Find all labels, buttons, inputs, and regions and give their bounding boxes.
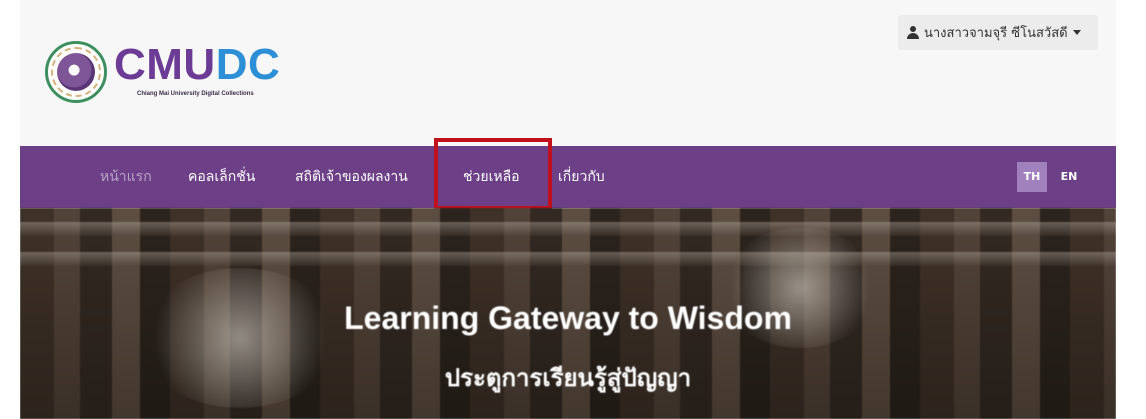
logo-wordmark: CMUDC — [114, 43, 280, 87]
user-name: นางสาวจามจุรี ซีโนสวัสดี — [924, 26, 1068, 41]
page-frame: CMUDC Chiang Mai University Digital Coll… — [20, 0, 1116, 419]
nav-item-collections[interactable]: คอลเล็กชั่น — [188, 146, 255, 208]
nav-item-owner-statistics[interactable]: สถิติเจ้าของผลงาน — [295, 146, 408, 208]
language-en-button[interactable]: EN — [1054, 162, 1084, 192]
logo-text-dc: DC — [215, 40, 281, 89]
user-menu-dropdown[interactable]: นางสาวจามจุรี ซีโนสวัสดี — [898, 15, 1098, 50]
language-th-button[interactable]: TH — [1017, 162, 1047, 192]
hero-title: Learning Gateway to Wisdom — [344, 300, 792, 336]
nav-item-home[interactable]: หน้าแรก — [100, 146, 152, 208]
university-seal-icon — [45, 41, 107, 103]
hero-banner: Learning Gateway to Wisdom ประตูการเรียน… — [20, 208, 1116, 419]
site-header: CMUDC Chiang Mai University Digital Coll… — [20, 0, 1116, 146]
user-icon — [907, 26, 919, 39]
main-navbar: หน้าแรก คอลเล็กชั่น สถิติเจ้าของผลงาน ช่… — [20, 146, 1116, 208]
hero-shelf — [20, 252, 1116, 266]
hero-shelf — [20, 222, 1116, 236]
logo-text-cmu: CMU — [114, 40, 216, 89]
logo-subtitle: Chiang Mai University Digital Collection… — [137, 91, 254, 97]
caret-down-icon — [1072, 30, 1081, 35]
site-logo[interactable]: CMUDC Chiang Mai University Digital Coll… — [45, 36, 305, 104]
nav-item-help[interactable]: ช่วยเหลือ — [463, 146, 520, 208]
nav-item-about[interactable]: เกี่ยวกับ — [558, 146, 605, 208]
hero-subtitle: ประตูการเรียนรู้สู่ปัญญา — [444, 364, 692, 392]
